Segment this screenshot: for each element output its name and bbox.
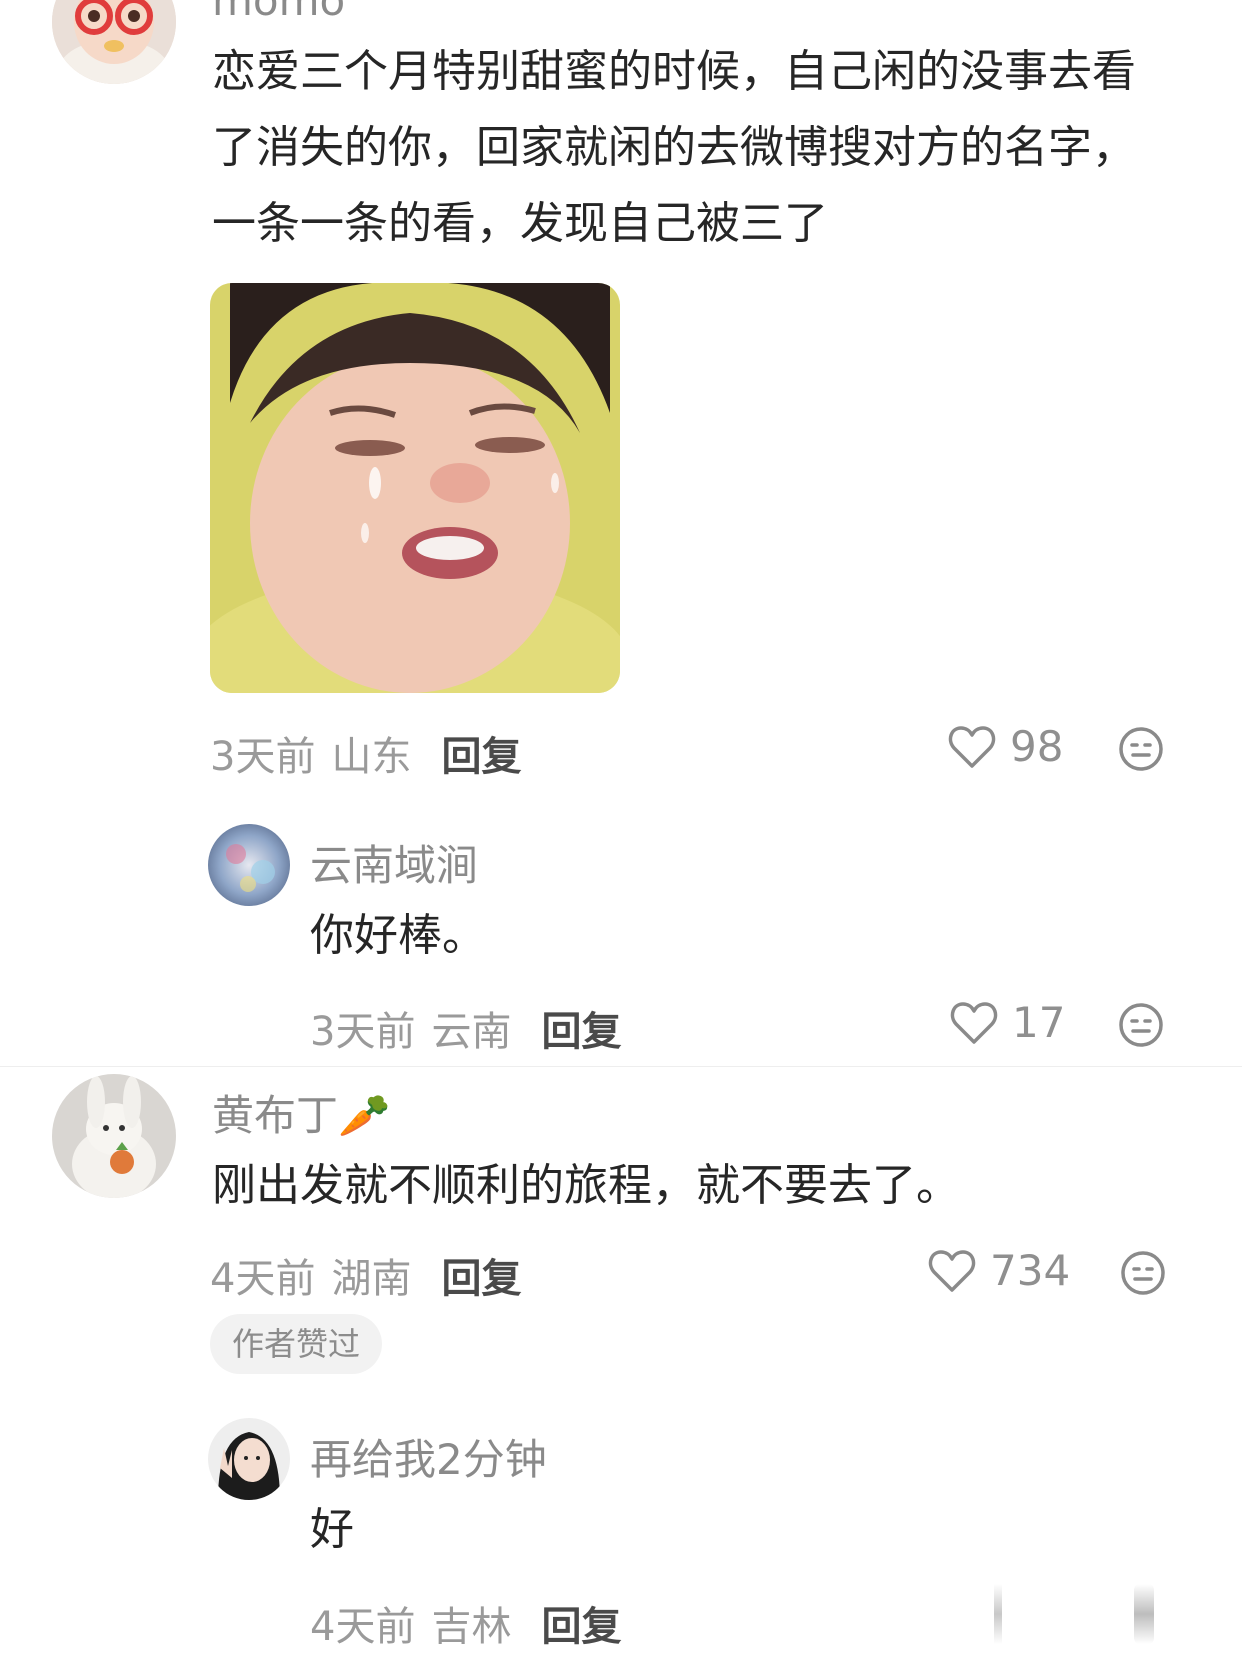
heart-icon <box>950 1001 998 1044</box>
meme-image[interactable] <box>210 283 620 693</box>
author-liked-badge: 作者赞过 <box>210 1314 383 1374</box>
reply-button[interactable]: 回复 <box>541 1604 621 1650</box>
reply-button[interactable]: 回复 <box>541 1009 621 1055</box>
reply-username[interactable]: 云南域涧 <box>310 832 478 893</box>
like-count: 98 <box>1010 722 1064 771</box>
reply-username[interactable]: 再给我2分钟 <box>310 1426 547 1487</box>
like-button[interactable]: 17 <box>950 998 1065 1047</box>
emoji-face-icon[interactable] <box>1120 1250 1166 1300</box>
like-button[interactable]: 734 <box>928 1246 1070 1295</box>
like-count: 17 <box>1012 998 1066 1047</box>
comment-time: 4天前 <box>210 1256 316 1302</box>
avatar[interactable] <box>208 824 290 906</box>
comment-location: 山东 <box>331 734 412 780</box>
reply-location: 吉林 <box>431 1604 512 1650</box>
comment-username[interactable]: momo <box>212 0 345 25</box>
reply-text: 好 <box>310 1504 354 1555</box>
reply-text: 你好棒。 <box>310 910 486 961</box>
reply-time: 3天前 <box>310 1009 416 1055</box>
comment-meta: 4天前 湖南 回复 <box>210 1246 521 1304</box>
reply-meta: 3天前 云南 回复 <box>310 999 621 1057</box>
emoji-face-icon[interactable] <box>1118 726 1164 776</box>
emoji-face-icon[interactable] <box>1118 1002 1164 1052</box>
comment-time: 3天前 <box>210 734 316 780</box>
avatar[interactable] <box>208 1418 290 1500</box>
avatar[interactable] <box>52 1074 176 1198</box>
comment-meta: 3天前 山东 回复 <box>210 724 521 782</box>
reply-button[interactable]: 回复 <box>441 1256 521 1302</box>
heart-icon <box>928 1249 976 1292</box>
reply-meta: 4天前 吉林 回复 <box>310 1594 621 1652</box>
reply-location: 云南 <box>431 1009 512 1055</box>
comment-location: 湖南 <box>331 1256 412 1302</box>
reply-button[interactable]: 回复 <box>441 734 521 780</box>
like-button-partial[interactable] <box>994 1584 1002 1644</box>
comment-text: 恋爱三个月特别甜蜜的时候，自己闲的没事去看了消失的你，回家就闲的去微博搜对方的名… <box>212 46 1136 249</box>
divider <box>0 1066 1242 1067</box>
heart-icon <box>948 725 996 768</box>
avatar[interactable] <box>52 0 176 84</box>
reply-time: 4天前 <box>310 1604 416 1650</box>
comment-text: 刚出发就不顺利的旅程，就不要去了。 <box>212 1160 960 1211</box>
like-button[interactable]: 98 <box>948 722 1063 771</box>
comment-username[interactable]: 黄布丁🥕 <box>212 1082 390 1143</box>
emoji-face-icon-partial[interactable] <box>1134 1584 1154 1644</box>
like-count: 734 <box>990 1246 1071 1295</box>
